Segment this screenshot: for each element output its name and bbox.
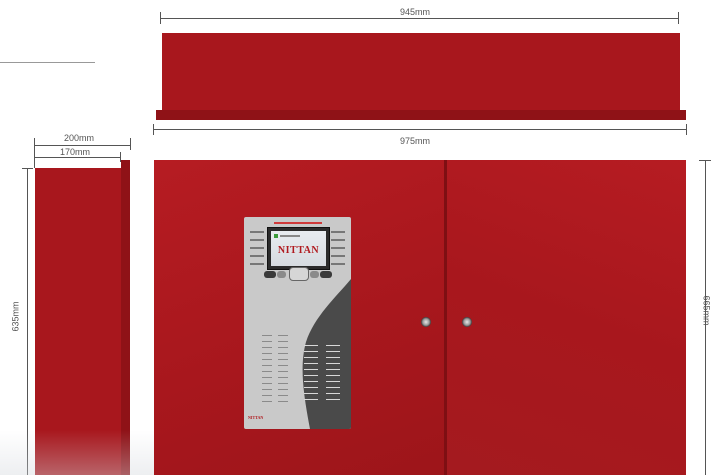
panel-bottom-brand: NITTAN <box>248 415 264 420</box>
right-led-column <box>331 229 345 267</box>
display-screen: NITTAN <box>267 227 330 270</box>
door-seam <box>444 160 447 475</box>
silence-button[interactable] <box>264 271 276 278</box>
decorative-line <box>0 62 95 63</box>
top-view-cabinet <box>162 33 680 110</box>
side-view-cabinet <box>35 168 121 475</box>
top-width-label: 945mm <box>400 7 431 17</box>
side-depth-inner-label: 170mm <box>60 147 91 157</box>
right-door <box>447 160 686 475</box>
side-view-lip <box>121 160 130 475</box>
front-height-tick-top <box>699 160 711 161</box>
side-height-label: 635mm <box>10 301 21 332</box>
side-height-tick-top <box>22 168 33 169</box>
front-width-tick-left <box>153 124 154 135</box>
left-led-column <box>250 229 264 267</box>
side-depth-outer-tick-right <box>130 138 131 150</box>
brand-logo: NITTAN <box>277 245 320 256</box>
left-door-lock-icon <box>421 317 431 327</box>
reset-button[interactable] <box>277 271 286 278</box>
top-width-dimension-line <box>160 18 679 19</box>
floor-shadow <box>0 430 160 475</box>
zone-list-right <box>304 345 346 407</box>
side-height-dimension-line <box>27 168 28 475</box>
side-depth-outer-tick-left <box>34 138 35 168</box>
control-panel: NITTAN NITTAN <box>244 217 351 429</box>
panel-header-strip <box>274 222 322 224</box>
evacuate-button[interactable] <box>310 271 319 278</box>
side-depth-inner-line <box>34 157 121 158</box>
right-door-lock-icon <box>462 317 472 327</box>
top-width-tick-right <box>678 12 679 24</box>
front-width-dimension-line <box>153 129 686 130</box>
front-height-label: 665mm <box>701 295 712 326</box>
alarm-button[interactable] <box>320 271 332 278</box>
side-depth-outer-label: 200mm <box>64 133 95 143</box>
front-width-tick-right <box>686 124 687 135</box>
zone-list-left <box>262 335 296 407</box>
side-depth-outer-line <box>34 145 131 146</box>
top-view-cabinet-lip <box>156 110 686 120</box>
display-inner: NITTAN <box>271 231 326 266</box>
front-width-label: 975mm <box>400 136 431 146</box>
nav-center-button[interactable] <box>289 267 309 281</box>
top-width-tick-left <box>160 12 161 24</box>
